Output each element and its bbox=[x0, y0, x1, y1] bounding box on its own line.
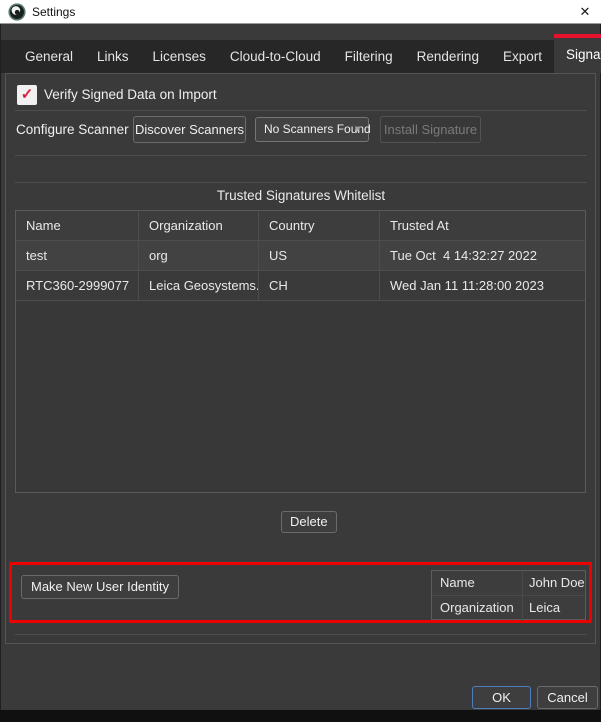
app-icon bbox=[8, 3, 26, 21]
separator bbox=[15, 634, 587, 635]
column-header-trusted-at[interactable]: Trusted At bbox=[380, 211, 585, 240]
ok-button[interactable]: OK bbox=[472, 686, 531, 709]
cell-name: test bbox=[16, 241, 139, 270]
identity-name-value[interactable]: John Doe bbox=[522, 571, 585, 595]
cancel-button[interactable]: Cancel bbox=[537, 686, 598, 709]
tab-export[interactable]: Export bbox=[491, 40, 554, 73]
identity-row: Organization Leica bbox=[432, 596, 585, 621]
table-header-row: Name Organization Country Trusted At bbox=[16, 211, 585, 241]
separator bbox=[15, 182, 587, 183]
chevron-down-icon: ▼ bbox=[353, 118, 362, 141]
verify-signed-data-label: Verify Signed Data on Import bbox=[44, 85, 217, 105]
title-bar: Settings ✕ bbox=[0, 0, 601, 24]
separator bbox=[15, 155, 587, 156]
identity-organization-label: Organization bbox=[432, 596, 522, 621]
settings-dialog: Settings ✕ General Links Licenses Cloud-… bbox=[0, 0, 601, 722]
close-icon[interactable]: ✕ bbox=[574, 0, 596, 23]
tab-links[interactable]: Links bbox=[85, 40, 141, 73]
verify-signed-data-checkbox[interactable]: ✓ bbox=[17, 85, 37, 105]
checkmark-icon: ✓ bbox=[21, 86, 34, 103]
tab-filtering[interactable]: Filtering bbox=[333, 40, 405, 73]
column-header-name[interactable]: Name bbox=[16, 211, 139, 240]
delete-button[interactable]: Delete bbox=[281, 511, 337, 533]
scanner-dropdown[interactable]: No Scanners Found ▼ bbox=[255, 117, 369, 142]
table-row[interactable]: RTC360-2999077 Leica Geosystems... CH We… bbox=[16, 271, 585, 301]
tab-cloud-to-cloud[interactable]: Cloud-to-Cloud bbox=[218, 40, 333, 73]
tab-signatures[interactable]: Signatures bbox=[554, 34, 601, 73]
window-title: Settings bbox=[32, 0, 75, 24]
tab-rendering[interactable]: Rendering bbox=[405, 40, 491, 73]
cell-trusted-at: Tue Oct 4 14:32:27 2022 bbox=[380, 241, 585, 270]
whitelist-title: Trusted Signatures Whitelist bbox=[15, 188, 587, 203]
cell-organization: org bbox=[139, 241, 259, 270]
cell-country: US bbox=[259, 241, 380, 270]
column-header-country[interactable]: Country bbox=[259, 211, 380, 240]
cell-organization: Leica Geosystems... bbox=[139, 271, 259, 300]
cell-trusted-at: Wed Jan 11 11:28:00 2023 bbox=[380, 271, 585, 300]
tab-licenses[interactable]: Licenses bbox=[141, 40, 218, 73]
discover-scanners-button[interactable]: Discover Scanners bbox=[133, 116, 246, 143]
trusted-signatures-table: Name Organization Country Trusted At tes… bbox=[15, 210, 586, 493]
column-header-organization[interactable]: Organization bbox=[139, 211, 259, 240]
tab-bar: General Links Licenses Cloud-to-Cloud Fi… bbox=[1, 40, 600, 73]
configure-scanner-label: Configure Scanner bbox=[16, 116, 129, 143]
separator bbox=[15, 110, 587, 111]
cell-name: RTC360-2999077 bbox=[16, 271, 139, 300]
install-signature-button[interactable]: Install Signature bbox=[380, 116, 481, 143]
tab-general[interactable]: General bbox=[13, 40, 85, 73]
desktop-strip bbox=[0, 710, 601, 722]
user-identity-table: Name John Doe Organization Leica bbox=[431, 570, 586, 620]
table-row[interactable]: test org US Tue Oct 4 14:32:27 2022 bbox=[16, 241, 585, 271]
identity-name-label: Name bbox=[432, 571, 522, 595]
identity-row: Name John Doe bbox=[432, 571, 585, 596]
cell-country: CH bbox=[259, 271, 380, 300]
identity-organization-value[interactable]: Leica bbox=[522, 596, 585, 621]
